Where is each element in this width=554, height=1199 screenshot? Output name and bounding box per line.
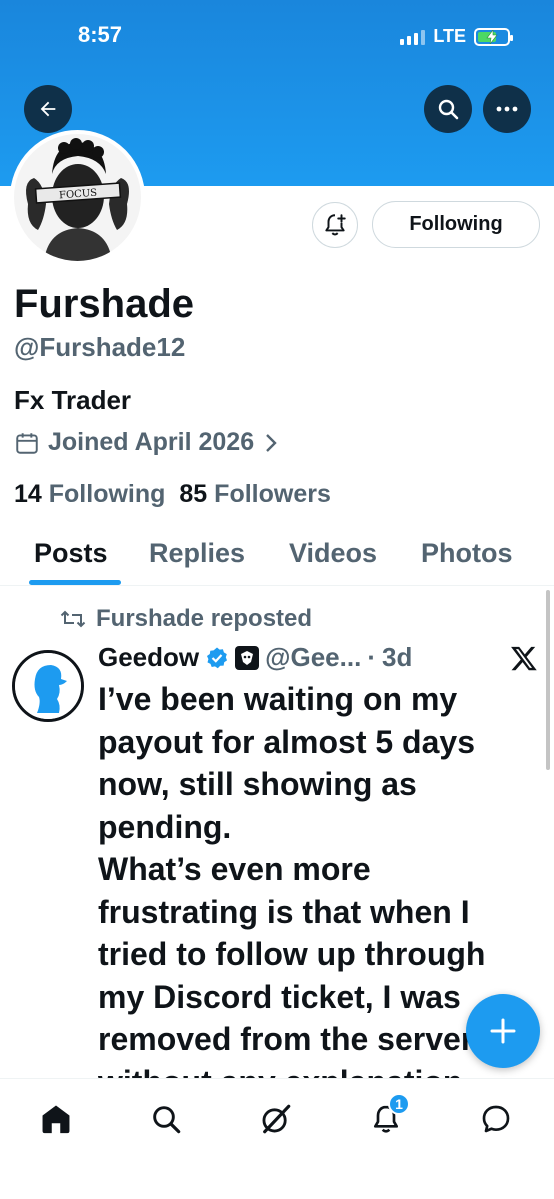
status-time: 8:57	[78, 22, 123, 47]
nav-notifications[interactable]: 1	[366, 1093, 410, 1139]
followers-stat[interactable]: 85 Followers	[179, 480, 330, 509]
grok-icon	[262, 1104, 291, 1134]
joined-label: Joined April 2026	[48, 428, 255, 456]
profile-avatar[interactable]: FOCUS	[10, 130, 145, 265]
search-icon	[153, 1106, 181, 1134]
notification-subscribe-button[interactable]	[312, 202, 358, 248]
tab-posts[interactable]: Posts	[34, 538, 108, 569]
followers-label: Followers	[214, 480, 331, 508]
tab-replies[interactable]: Replies	[149, 538, 245, 569]
status-indicators: LTE	[400, 26, 513, 47]
post-author-handle[interactable]: @Gee...	[265, 642, 361, 673]
post-author-avatar[interactable]	[12, 650, 84, 722]
home-icon	[42, 1105, 70, 1134]
post-author-name[interactable]: Geedow	[98, 642, 199, 673]
profile-handle: @Furshade12	[14, 332, 186, 362]
more-button[interactable]	[483, 85, 531, 133]
repost-indicator: Furshade reposted	[60, 605, 312, 633]
x-logo-icon	[510, 644, 538, 680]
tab-photos[interactable]: Photos	[421, 538, 513, 569]
post-separator: ·	[367, 642, 376, 672]
nav-search[interactable]	[146, 1099, 186, 1139]
scrollbar[interactable]	[546, 590, 550, 770]
repost-icon	[60, 610, 86, 628]
chevron-right-icon	[266, 433, 277, 452]
profile-bio: Fx Trader	[14, 385, 132, 415]
search-button[interactable]	[424, 85, 472, 133]
following-label: Following	[48, 480, 166, 508]
affiliate-badge	[235, 645, 260, 670]
joined-date[interactable]: Joined April 2026	[14, 428, 280, 457]
back-button[interactable]	[24, 85, 72, 133]
verified-icon	[207, 647, 228, 668]
plus-icon	[490, 1018, 516, 1044]
messages-icon	[482, 1105, 510, 1133]
signal-icon	[400, 29, 426, 45]
more-icon	[496, 106, 518, 112]
nav-home[interactable]	[36, 1099, 76, 1139]
following-count: 14	[14, 480, 42, 508]
search-icon	[438, 99, 459, 120]
back-arrow-icon	[40, 101, 56, 117]
repost-label: Furshade reposted	[96, 605, 313, 632]
notification-add-icon	[325, 214, 346, 236]
battery-icon	[474, 27, 513, 46]
following-stat[interactable]: 14 Following	[14, 480, 165, 509]
post-header: Geedow @Gee... · 3d	[98, 642, 412, 673]
following-button[interactable]: Following	[372, 201, 540, 248]
network-label: LTE	[433, 26, 466, 46]
tab-videos[interactable]: Videos	[289, 538, 377, 569]
active-tab-indicator	[29, 580, 121, 585]
followers-count: 85	[179, 480, 208, 508]
profile-name: Furshade	[14, 282, 195, 326]
compose-button[interactable]	[466, 994, 540, 1068]
nav-messages[interactable]	[476, 1099, 516, 1139]
profile-tabs: Posts Replies Videos Photos	[0, 530, 554, 586]
nav-grok[interactable]	[256, 1099, 296, 1139]
bottom-nav: 1	[0, 1078, 554, 1199]
profile-stats: 14 Following 85 Followers	[14, 480, 331, 509]
notification-badge: 1	[388, 1093, 410, 1115]
post-time[interactable]: 3d	[382, 642, 412, 673]
calendar-icon	[16, 432, 38, 454]
